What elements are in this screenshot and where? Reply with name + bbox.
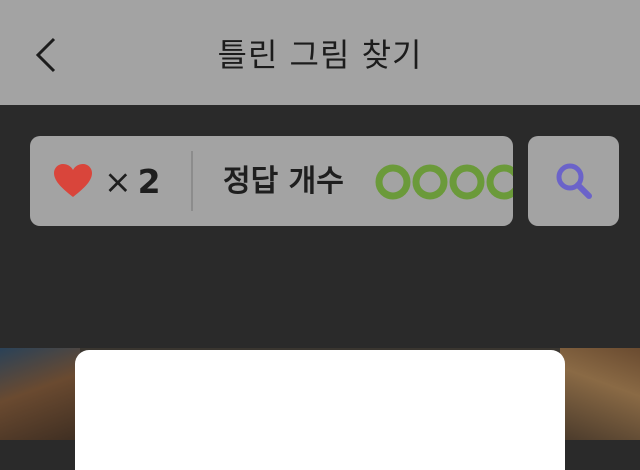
answer-ring: [375, 164, 411, 200]
puzzle-image-right-edge: [560, 348, 640, 440]
divider: [191, 151, 193, 211]
answer-count-label: 정답 개수: [223, 164, 344, 199]
lives-count: × 2: [104, 136, 161, 226]
puzzle-image-left-edge: [0, 348, 80, 440]
dialog-card: [75, 350, 565, 470]
heart-icon: [54, 164, 92, 197]
answer-ring: [486, 164, 513, 200]
lives-count-value: 2: [137, 162, 161, 201]
magnifier-icon: [556, 163, 592, 199]
header-bar: 틀린 그림 찾기: [0, 0, 640, 105]
page-title: 틀린 그림 찾기: [217, 36, 423, 74]
times-sign: ×: [104, 162, 132, 201]
status-panel: × 2 정답 개수: [30, 136, 513, 226]
answer-progress-rings: [375, 164, 513, 200]
answer-ring: [449, 164, 485, 200]
hint-search-button[interactable]: [528, 136, 619, 226]
answer-ring: [412, 164, 448, 200]
